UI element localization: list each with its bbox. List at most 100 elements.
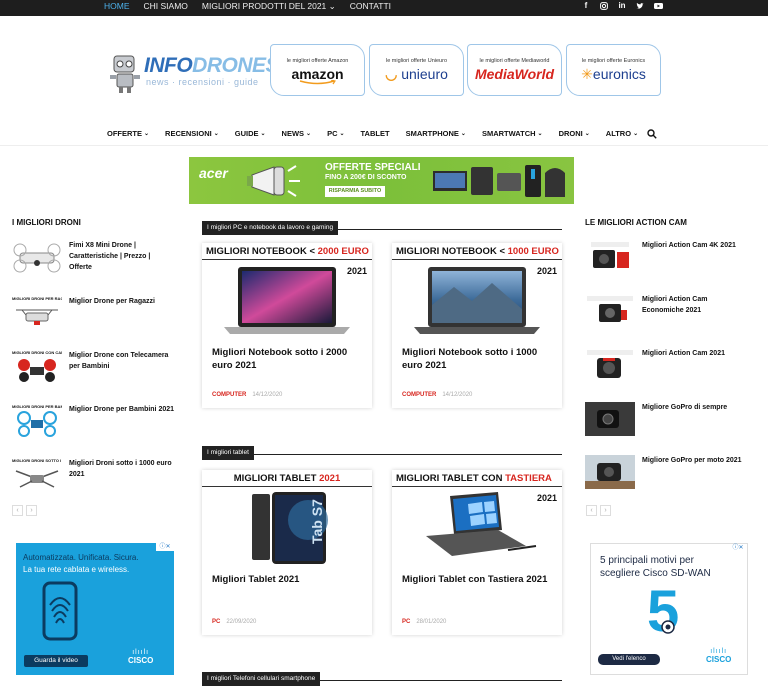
- card-image-header-black: MIGLIORI TABLET CON: [396, 473, 506, 484]
- nav-offerte-label: OFFERTE: [107, 129, 142, 138]
- banner-headline: OFFERTE SPECIALI: [325, 162, 421, 173]
- promo-euronics[interactable]: le migliori offerte Euronics ✳euronics: [566, 44, 661, 96]
- nav-smartwatch[interactable]: SMARTWATCH ⌄: [482, 129, 543, 138]
- search-icon[interactable]: [647, 129, 657, 139]
- card-image-header-black: MIGLIORI NOTEBOOK <: [206, 246, 318, 257]
- article-card[interactable]: MIGLIORI NOTEBOOK < 1000 EURO 2021 Migli…: [392, 243, 562, 408]
- article-card-image: MIGLIORI TABLET CON TASTIERA 2021: [392, 470, 562, 567]
- cisco-logo: ılıılı CISCO: [706, 648, 731, 664]
- left-sidebar-item-title: Miglior Drone per Ragazzi: [69, 298, 155, 305]
- right-sidebar-item-title: Migliori Action Cam 4K 2021: [642, 242, 736, 249]
- nav-pc[interactable]: PC ⌄: [327, 129, 344, 138]
- cisco-bars-icon: ılıılı: [132, 649, 150, 656]
- article-card[interactable]: MIGLIORI NOTEBOOK < 2000 EURO 2021 Migli…: [202, 243, 372, 408]
- nav-recensioni[interactable]: RECENSIONI ⌄: [165, 129, 219, 138]
- adchoices-icon[interactable]: ⓘ✕: [156, 543, 174, 551]
- instagram-icon[interactable]: [600, 2, 608, 10]
- ad-left-line1: Automatizzata. Unificata. Sicura.: [23, 553, 139, 562]
- banner-subline: FINO A 200€ DI SCONTO: [325, 174, 407, 181]
- ad-left-button[interactable]: Guarda il video: [24, 655, 88, 667]
- left-sidebar-item[interactable]: MIGLIORI DRONI PER BAMBINI Miglior Drone…: [12, 404, 179, 438]
- top-menu-migliori-label: MIGLIORI PRODOTTI DEL 2021: [201, 1, 327, 11]
- cisco-ad-right[interactable]: ⓘ✕ 5 principali motivi per scegliere Cis…: [590, 543, 748, 675]
- social-icons: f in: [582, 2, 663, 10]
- article-card-category[interactable]: COMPUTER: [402, 392, 436, 398]
- article-card-title[interactable]: Migliori Tablet con Tastiera 2021: [392, 567, 562, 619]
- article-card-title[interactable]: Migliori Tablet 2021: [202, 567, 372, 619]
- left-sidebar-item[interactable]: Fimi X8 Mini Drone | Caratteristiche | P…: [12, 240, 169, 274]
- top-menu: HOME CHI SIAMO MIGLIORI PRODOTTI DEL 202…: [104, 0, 391, 13]
- article-card-meta: COMPUTER 14/12/2020: [392, 392, 562, 408]
- adchoices-icon[interactable]: ⓘ✕: [729, 544, 747, 552]
- right-sidebar-item[interactable]: Migliore GoPro per moto 2021: [585, 455, 752, 489]
- linkedin-icon[interactable]: in: [618, 2, 626, 10]
- nav-recensioni-label: RECENSIONI: [165, 129, 212, 138]
- article-card-category[interactable]: PC: [402, 619, 410, 625]
- right-sidebar-item[interactable]: Migliori Action Cam Economiche 2021: [585, 294, 747, 328]
- nav-smartphone-label: SMARTPHONE: [405, 129, 459, 138]
- promo-mediaworld[interactable]: le migliori offerte Mediaworld MediaWorl…: [467, 44, 562, 96]
- acer-banner-ad[interactable]: acer OFFERTE SPECIALI FINO A 200€ DI SCO…: [189, 157, 574, 204]
- promo-amazon-brand: amazon: [291, 66, 344, 82]
- left-sidebar-title: I MIGLIORI DRONI: [12, 218, 81, 227]
- cisco-bars-icon: ılıılı: [710, 648, 728, 655]
- acer-logo: acer: [199, 165, 228, 181]
- nav-altro[interactable]: ALTRO ⌄: [606, 129, 638, 138]
- nav-tablet-label: TABLET: [360, 129, 390, 138]
- promo-unieuro-label: le migliori offerte Unieuro: [385, 58, 448, 64]
- left-sidebar-item[interactable]: MIGLIORI DRONI SOTTO I 1000 EURO Miglior…: [12, 458, 179, 492]
- ad-left-line2: La tua rete cablata e wireless.: [23, 565, 130, 574]
- article-card-category[interactable]: PC: [212, 619, 220, 625]
- top-menu-migliori-prodotti[interactable]: MIGLIORI PRODOTTI DEL 2021 ⌄: [202, 0, 336, 13]
- article-card-title[interactable]: Migliori Notebook sotto i 1000 euro 2021: [392, 340, 562, 392]
- section-header-phones-label[interactable]: I migliori Telefoni cellulari smartphone: [202, 672, 321, 686]
- nav-droni[interactable]: DRONI ⌄: [559, 129, 590, 138]
- action-cam-thumb-image: [585, 294, 635, 328]
- card-image-header-red: 2021: [319, 473, 341, 484]
- nav-news[interactable]: NEWS ⌄: [282, 129, 312, 138]
- right-sidebar-item[interactable]: Migliore GoPro di sempre: [585, 402, 752, 436]
- article-card[interactable]: MIGLIORI TABLET 2021 Tab S7 Migliori Tab…: [202, 470, 372, 635]
- section-header-tablet-label[interactable]: I migliori tablet: [202, 446, 254, 460]
- next-arrow-icon[interactable]: ›: [600, 505, 611, 516]
- promo-amazon[interactable]: le migliori offerte Amazon amazon: [270, 44, 365, 96]
- drone-thumb-image: MIGLIORI DRONI PER BAMBINI: [12, 404, 62, 438]
- top-menu-home[interactable]: HOME: [104, 0, 130, 13]
- card-image-header: MIGLIORI NOTEBOOK < 2000 EURO: [202, 246, 372, 260]
- youtube-icon[interactable]: [654, 2, 663, 10]
- right-sidebar-item[interactable]: Migliori Action Cam 4K 2021: [585, 240, 757, 274]
- promo-unieuro[interactable]: le migliori offerte Unieuro ◡ unieuro: [369, 44, 464, 96]
- promo-amazon-label: le migliori offerte Amazon: [286, 58, 349, 64]
- nav-guide[interactable]: GUIDE ⌄: [235, 129, 266, 138]
- section-header-pc-label[interactable]: I migliori PC e notebook da lavoro e gam…: [202, 221, 339, 235]
- next-arrow-icon[interactable]: ›: [26, 505, 37, 516]
- twitter-icon[interactable]: [636, 2, 644, 10]
- article-card-date: 22/09/2020: [226, 619, 257, 625]
- facebook-icon[interactable]: f: [582, 2, 590, 10]
- site-header: INFODRONES news · recensioni · guide le …: [0, 16, 768, 120]
- drone-thumb-image: MIGLIORI DRONI SOTTO I 1000 EURO: [12, 458, 62, 492]
- right-sidebar-item-title: Migliori Action Cam Economiche 2021: [642, 296, 708, 314]
- article-card-title[interactable]: Migliori Notebook sotto i 2000 euro 2021: [202, 340, 372, 392]
- nav-offerte[interactable]: OFFERTE ⌄: [107, 129, 149, 138]
- prev-arrow-icon[interactable]: ‹: [586, 505, 597, 516]
- site-logo[interactable]: INFODRONES news · recensioni · guide: [108, 50, 280, 100]
- article-card[interactable]: MIGLIORI TABLET CON TASTIERA 2021 Miglio…: [392, 470, 562, 635]
- left-sidebar-item-title: Miglior Drone con Telecamera per Bambini: [69, 352, 169, 370]
- left-sidebar-item[interactable]: MIGLIORI DRONI PER RAGAZZI Miglior Drone…: [12, 296, 179, 330]
- nav-news-label: NEWS: [281, 129, 305, 138]
- left-sidebar-item[interactable]: MIGLIORI DRONI CON CAMERA Miglior Drone …: [12, 350, 169, 384]
- article-card-category[interactable]: COMPUTER: [212, 392, 246, 398]
- nav-tablet[interactable]: TABLET: [361, 129, 390, 138]
- top-menu-contatti[interactable]: CONTATTI: [350, 0, 391, 13]
- left-sidebar-pager: ‹ ›: [12, 505, 37, 516]
- right-sidebar-item[interactable]: Migliori Action Cam 2021: [585, 348, 752, 382]
- nav-smartphone[interactable]: SMARTPHONE ⌄: [406, 129, 466, 138]
- top-menu-chi-siamo[interactable]: CHI SIAMO: [144, 0, 188, 13]
- banner-cta-button[interactable]: RISPARMIA SUBITO: [325, 186, 385, 197]
- target-icon: [661, 620, 675, 634]
- prev-arrow-icon[interactable]: ‹: [12, 505, 23, 516]
- promo-mediaworld-brand: MediaWorld: [474, 66, 555, 82]
- cisco-ad-left[interactable]: ⓘ✕ Automatizzata. Unificata. Sicura. La …: [16, 543, 174, 675]
- ad-right-button[interactable]: Vedi l'elenco: [598, 654, 660, 665]
